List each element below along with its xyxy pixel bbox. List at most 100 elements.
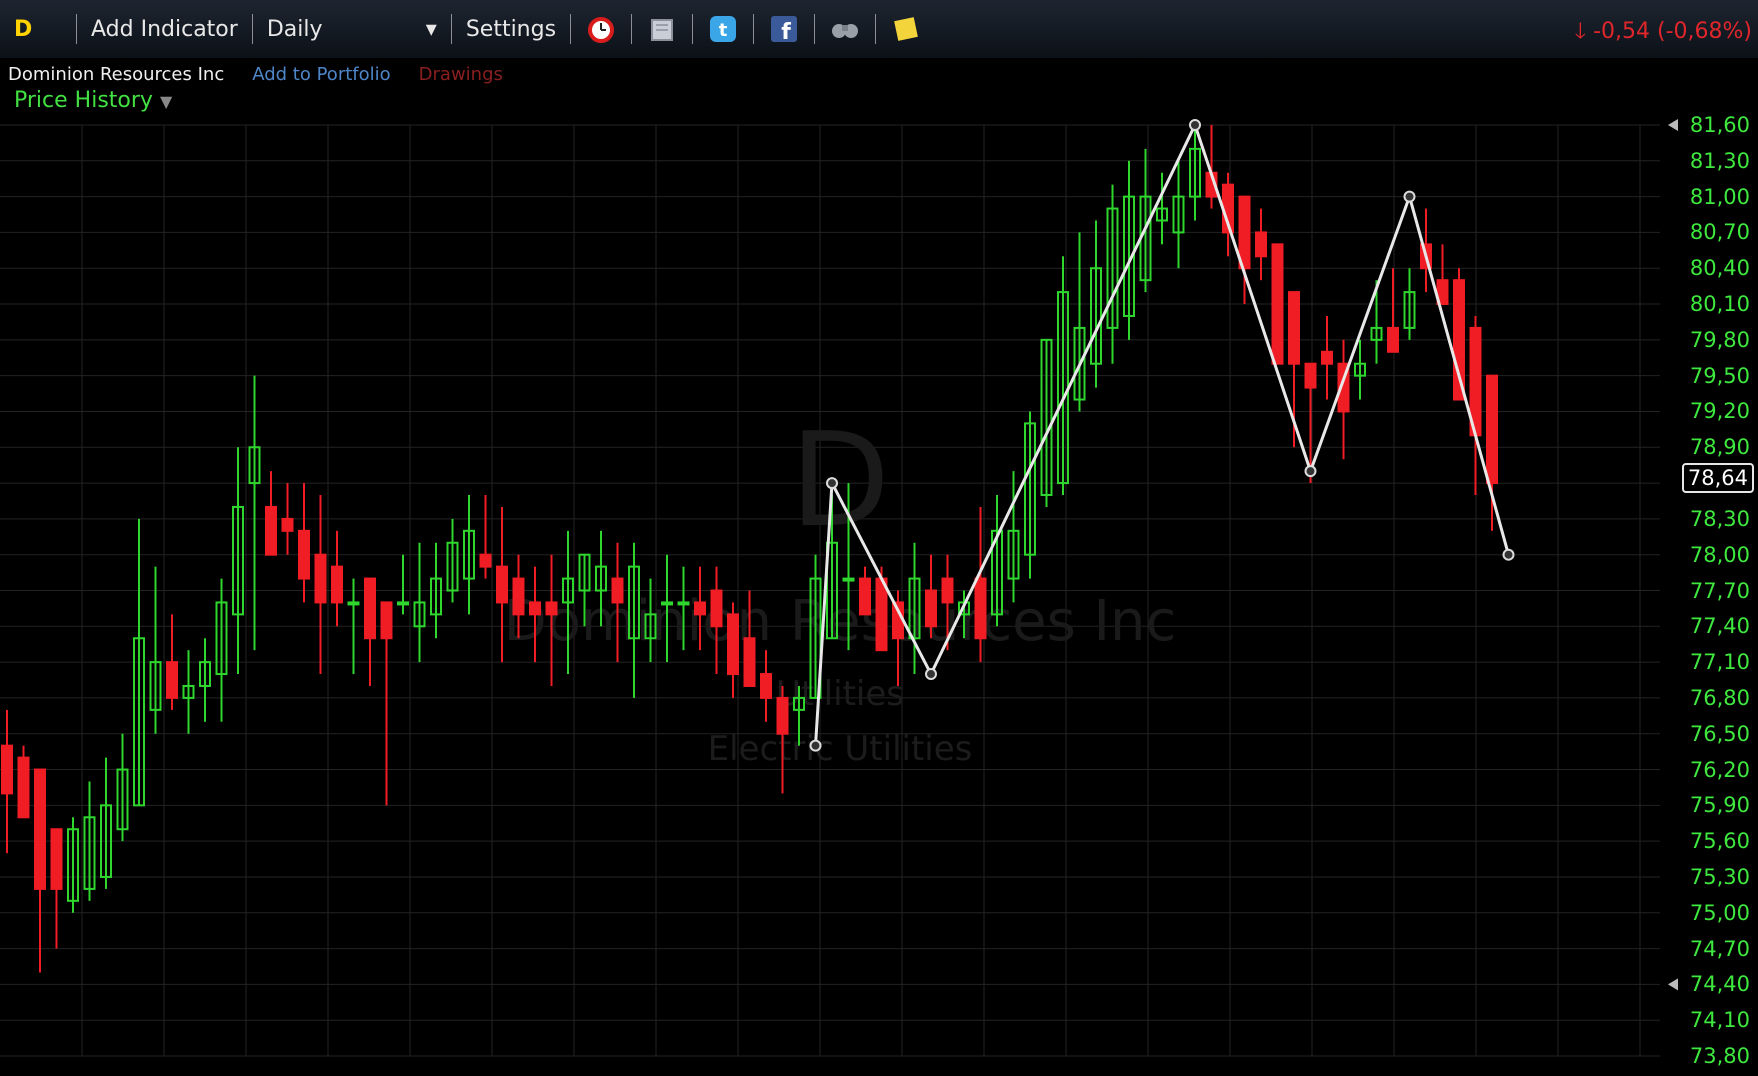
- candle-body: [380, 601, 393, 640]
- candle: [1436, 244, 1449, 306]
- y-tick-label: 77,10: [1689, 650, 1750, 675]
- candle: [727, 602, 739, 698]
- candle: [1321, 315, 1333, 400]
- candle: [1123, 160, 1135, 340]
- candle-body: [17, 756, 30, 819]
- y-tick-label: 79,50: [1689, 363, 1750, 388]
- candle: [314, 495, 327, 675]
- candle-body: [760, 673, 772, 699]
- y-tick-label: 78,90: [1689, 435, 1750, 460]
- candle-body: [364, 577, 376, 640]
- candle-body: [842, 577, 855, 582]
- pattern-point: [826, 477, 838, 490]
- candle: [446, 518, 459, 603]
- y-tick-label: 81,30: [1689, 148, 1750, 173]
- candle: [232, 447, 244, 675]
- last-price-label: 78,64: [1681, 463, 1754, 494]
- candle: [100, 757, 112, 889]
- candle-body: [974, 577, 987, 640]
- y-tick-label: 76,80: [1689, 685, 1750, 710]
- candle-body: [611, 577, 624, 604]
- candle-body: [776, 696, 789, 735]
- candle: [17, 745, 30, 819]
- candle-body: [710, 589, 723, 628]
- candle: [859, 566, 871, 616]
- candle-body: [1, 744, 13, 795]
- y-tick-label: 77,40: [1689, 614, 1750, 639]
- pattern-point: [809, 739, 822, 752]
- candle-body: [34, 768, 46, 890]
- candle: [265, 471, 277, 556]
- y-tick-label: 75,60: [1689, 829, 1750, 854]
- y-tick-label: 80,10: [1689, 292, 1750, 317]
- candle-body: [694, 601, 706, 616]
- price-chart[interactable]: D Dominion Resources Inc Utilities Elect…: [0, 0, 1758, 1076]
- axis-markers: [1668, 119, 1678, 991]
- y-tick-label: 75,00: [1689, 900, 1750, 925]
- y-tick-label: 75,30: [1689, 864, 1750, 889]
- candle: [413, 542, 426, 663]
- candle: [1354, 339, 1366, 400]
- candle: [1469, 315, 1482, 496]
- watermark-industry: Electric Utilities: [708, 729, 973, 769]
- candle-body: [1486, 374, 1498, 485]
- candle: [331, 530, 343, 627]
- y-tick-label: 80,40: [1689, 256, 1750, 281]
- candle-body: [941, 577, 954, 604]
- y-tick-label: 75,90: [1689, 793, 1750, 818]
- y-tick-label: 73,80: [1689, 1044, 1750, 1068]
- candle-body: [281, 517, 294, 532]
- pattern-point: [1403, 190, 1416, 203]
- candle: [215, 578, 228, 722]
- candle: [248, 375, 261, 651]
- candle-body: [512, 577, 525, 616]
- pattern-point: [925, 668, 937, 681]
- candle: [397, 554, 409, 615]
- y-tick-label: 74,40: [1689, 972, 1750, 997]
- candle: [380, 601, 393, 806]
- candle-body: [925, 589, 937, 628]
- candle: [1172, 160, 1185, 269]
- candle-body: [1321, 350, 1333, 365]
- candle: [1073, 232, 1086, 412]
- candle: [1106, 184, 1119, 364]
- candle-body: [1453, 279, 1465, 401]
- candle: [1370, 280, 1383, 364]
- candle-body: [875, 577, 888, 652]
- candle: [298, 483, 310, 603]
- candle-body: [727, 613, 739, 676]
- candle: [34, 768, 46, 973]
- watermark-symbol: D: [790, 404, 890, 556]
- candle: [182, 650, 195, 734]
- pattern-point: [1304, 465, 1317, 478]
- pattern-point: [1502, 548, 1515, 561]
- candle: [364, 577, 376, 686]
- candle-body: [397, 601, 409, 606]
- candle: [1420, 208, 1432, 293]
- pattern-point: [1189, 119, 1201, 131]
- candle: [925, 554, 937, 639]
- candle-body: [677, 601, 690, 606]
- y-tick-label: 76,20: [1689, 757, 1750, 782]
- candle: [1024, 411, 1036, 579]
- candle-body: [545, 601, 558, 616]
- candle: [1271, 243, 1284, 365]
- candle: [1387, 268, 1399, 353]
- candle: [50, 828, 63, 949]
- candle-body: [347, 601, 360, 606]
- candle: [67, 817, 79, 913]
- candle-body: [1271, 243, 1284, 365]
- y-tick-label: 78,30: [1689, 506, 1750, 531]
- y-tick-label: 79,20: [1689, 399, 1750, 424]
- candle: [760, 650, 772, 722]
- y-tick-label: 79,80: [1689, 327, 1750, 352]
- candle-body: [1304, 362, 1317, 389]
- y-tick-label: 81,00: [1689, 184, 1750, 209]
- candle-body: [1288, 291, 1300, 365]
- candle-body: [496, 565, 508, 604]
- candle: [1, 709, 13, 854]
- y-tick-label: 77,70: [1689, 578, 1750, 603]
- candle: [116, 733, 129, 842]
- candle-body: [1238, 195, 1251, 270]
- watermark-sector: Utilities: [776, 674, 904, 714]
